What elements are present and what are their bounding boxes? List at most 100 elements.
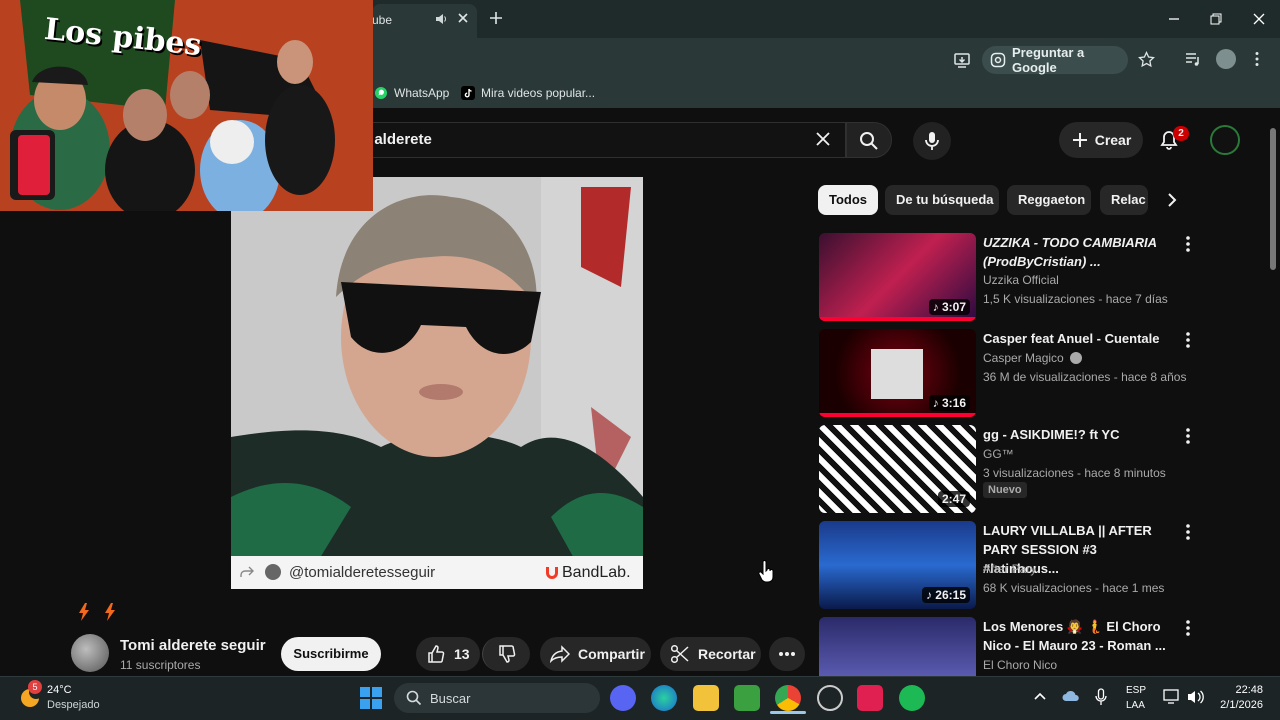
related-channel[interactable]: GG™ bbox=[983, 447, 1014, 461]
speaker-icon[interactable] bbox=[434, 12, 448, 26]
chip-de-tu-busqueda[interactable]: De tu búsqueda bbox=[885, 185, 999, 215]
taskbar-search[interactable]: Buscar bbox=[394, 683, 600, 713]
windows-start-icon[interactable] bbox=[359, 686, 383, 710]
scrollbar-thumb[interactable] bbox=[1270, 128, 1276, 270]
taskbar bbox=[0, 676, 1280, 720]
minecraft-icon[interactable] bbox=[734, 685, 760, 711]
weather-description[interactable]: Despejado bbox=[47, 699, 100, 711]
plus-icon bbox=[1071, 131, 1089, 149]
account-avatar[interactable] bbox=[1210, 125, 1240, 155]
related-meta: 68 K visualizaciones - hace 1 mes bbox=[983, 581, 1165, 595]
cloud-icon[interactable] bbox=[1062, 689, 1080, 703]
discord-icon[interactable] bbox=[610, 685, 636, 711]
new-tab-icon[interactable] bbox=[489, 11, 503, 25]
search-button[interactable] bbox=[846, 122, 892, 158]
subscribe-button[interactable]: Suscribirme bbox=[281, 637, 381, 671]
related-thumbnail[interactable]: ♪ 3:16 bbox=[819, 329, 976, 417]
chevron-up-icon[interactable] bbox=[1034, 691, 1046, 701]
related-channel[interactable]: Uzzika Official bbox=[983, 273, 1059, 287]
dislike-button[interactable] bbox=[482, 637, 530, 671]
create-button[interactable]: Crear bbox=[1059, 122, 1143, 158]
related-thumbnail[interactable] bbox=[819, 617, 976, 676]
duration-label: 3:16 bbox=[941, 396, 966, 410]
close-window-icon[interactable] bbox=[1252, 12, 1266, 26]
related-channel[interactable]: Casper Magico bbox=[983, 351, 1083, 365]
obs-icon[interactable] bbox=[817, 685, 843, 711]
share-label: Compartir bbox=[578, 646, 645, 662]
like-button[interactable]: 13 bbox=[416, 637, 480, 671]
more-vertical-icon[interactable] bbox=[1181, 523, 1195, 541]
related-thumbnail[interactable]: 2:47 bbox=[819, 425, 976, 513]
weather-temperature[interactable]: 24°C bbox=[47, 684, 72, 696]
chip-todos[interactable]: Todos bbox=[818, 185, 878, 215]
bookmark-label: Mira videos popular... bbox=[481, 86, 596, 100]
related-thumbnail[interactable]: ♪ 26:15 bbox=[819, 521, 976, 609]
clip-button[interactable]: Recortar bbox=[660, 637, 761, 671]
file-explorer-icon[interactable] bbox=[693, 685, 719, 711]
clock-date[interactable]: 2/1/2026 bbox=[1203, 699, 1263, 711]
keyboard-layout[interactable]: LAA bbox=[1126, 700, 1145, 711]
voice-search-button[interactable] bbox=[913, 122, 951, 160]
chevron-right-icon[interactable] bbox=[1166, 192, 1178, 208]
install-app-icon[interactable] bbox=[953, 51, 971, 69]
microphone-icon[interactable] bbox=[1095, 688, 1107, 706]
related-channel[interactable]: After Pary bbox=[983, 562, 1036, 576]
profile-avatar[interactable] bbox=[1216, 49, 1236, 69]
clock-time[interactable]: 22:48 bbox=[1217, 684, 1263, 696]
edge-icon[interactable] bbox=[651, 685, 677, 711]
related-channel[interactable]: El Choro Nico bbox=[983, 658, 1057, 672]
create-label: Crear bbox=[1094, 132, 1132, 148]
duration-label: 3:07 bbox=[941, 300, 966, 314]
tiktok-icon[interactable] bbox=[857, 685, 883, 711]
duration-badge: ♪ 3:07 bbox=[928, 299, 970, 315]
keyboard-language[interactable]: ESP bbox=[1126, 685, 1146, 696]
bandlab-brand: BandLab. bbox=[562, 564, 631, 581]
scissors-icon bbox=[670, 644, 690, 664]
media-control-icon[interactable] bbox=[1185, 51, 1201, 67]
bookmark-label: WhatsApp bbox=[394, 86, 450, 100]
search-icon bbox=[859, 131, 879, 151]
share-icon bbox=[550, 645, 570, 663]
related-title[interactable]: Los Menores 🧛 🧜 El Choro Nico - El Mauro… bbox=[983, 617, 1175, 655]
clear-search-icon[interactable] bbox=[815, 131, 831, 147]
chip-relac[interactable]: Relac bbox=[1100, 185, 1148, 215]
bookmark-star-icon[interactable] bbox=[1138, 51, 1155, 68]
bookmark-whatsapp[interactable]: WhatsApp bbox=[374, 86, 449, 100]
related-title[interactable]: gg - ASIKDIME!? ft YC bbox=[983, 425, 1175, 444]
spotify-icon[interactable] bbox=[899, 685, 925, 711]
lens-icon bbox=[990, 52, 1006, 68]
related-title[interactable]: UZZIKA - TODO CAMBIARIA (ProdByCristian)… bbox=[983, 233, 1175, 271]
restore-icon[interactable] bbox=[1209, 12, 1223, 26]
channel-avatar[interactable] bbox=[71, 634, 109, 672]
thumbs-down-icon bbox=[497, 644, 517, 664]
related-title[interactable]: Casper feat Anuel - Cuentale bbox=[983, 329, 1175, 348]
related-thumbnail[interactable]: ♪ 3:07 bbox=[819, 233, 976, 321]
minimize-icon[interactable] bbox=[1167, 12, 1181, 26]
more-actions-button[interactable] bbox=[769, 637, 805, 671]
related-meta: 1,5 K visualizaciones - hace 7 días bbox=[983, 292, 1168, 306]
verified-icon bbox=[1070, 352, 1083, 364]
watched-progress bbox=[819, 317, 976, 321]
hand-cursor-icon bbox=[758, 560, 776, 584]
related-channel-label: Casper Magico bbox=[983, 351, 1064, 365]
video-player[interactable] bbox=[231, 177, 643, 589]
more-vertical-icon[interactable] bbox=[1181, 619, 1195, 637]
tab-title: ube bbox=[372, 13, 393, 27]
search-query-text: i alderete bbox=[366, 131, 432, 148]
share-button[interactable]: Compartir bbox=[540, 637, 651, 671]
bandlab-logo-icon bbox=[543, 564, 561, 582]
duration-badge: 2:47 bbox=[937, 491, 970, 507]
more-vertical-icon[interactable] bbox=[1181, 331, 1195, 349]
ask-google-label: Preguntar a Google bbox=[1012, 45, 1085, 75]
close-tab-icon[interactable] bbox=[457, 12, 469, 24]
more-vertical-icon[interactable] bbox=[1181, 427, 1195, 445]
browser-menu-icon[interactable] bbox=[1254, 51, 1260, 67]
chip-reggaeton[interactable]: Reggaeton bbox=[1007, 185, 1091, 215]
network-icon[interactable] bbox=[1163, 689, 1181, 705]
chrome-icon[interactable] bbox=[775, 685, 801, 711]
lightning-icon bbox=[78, 603, 90, 621]
ask-google-button[interactable]: Preguntar a Google bbox=[982, 45, 1128, 75]
more-vertical-icon[interactable] bbox=[1181, 235, 1195, 253]
bookmark-tiktok[interactable]: Mira videos popular... bbox=[461, 86, 595, 100]
channel-name[interactable]: Tomi alderete seguir bbox=[120, 637, 266, 654]
